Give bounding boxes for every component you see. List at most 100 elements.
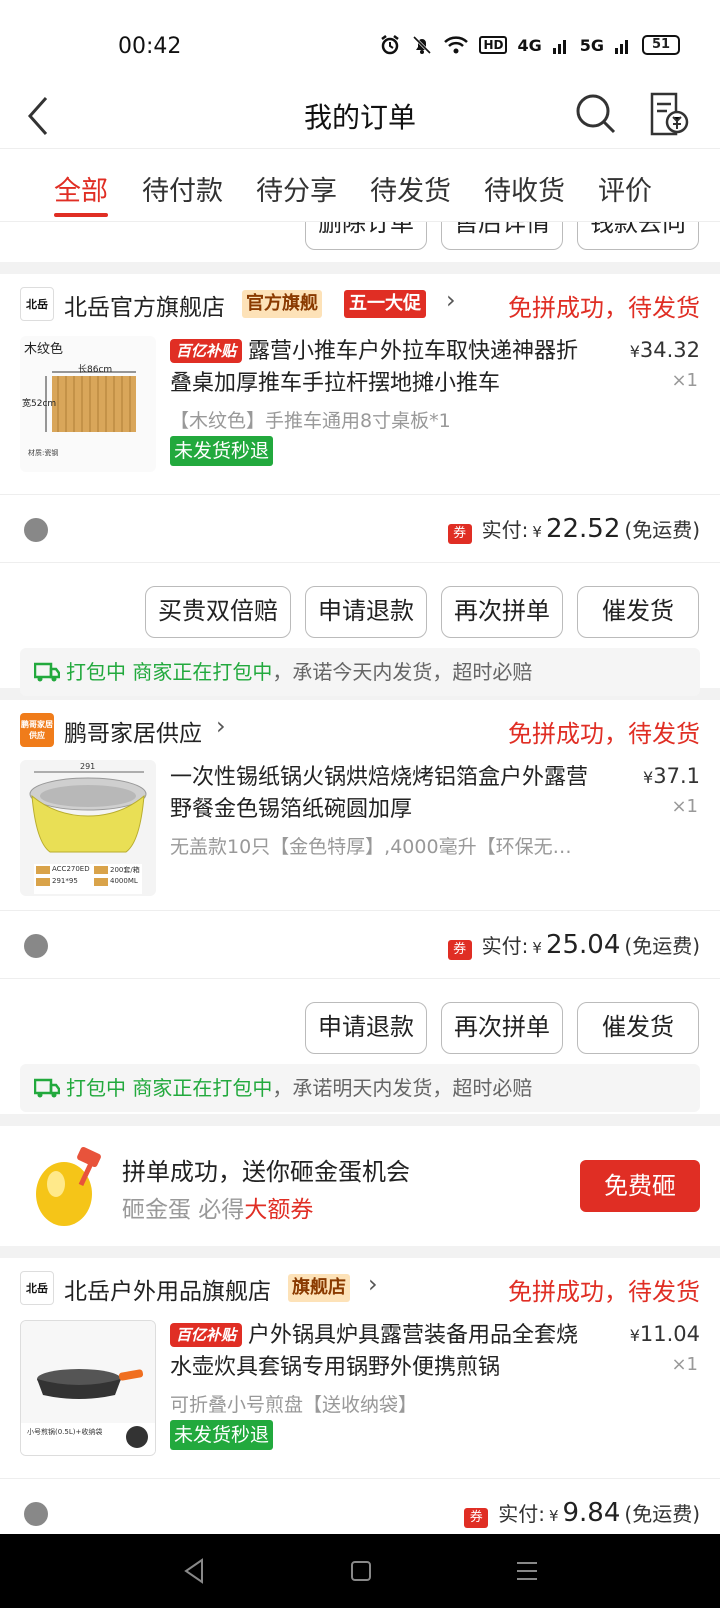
thumb-weight: 200套/箱 — [110, 866, 140, 874]
golden-egg-icon — [36, 1146, 101, 1226]
shop-name[interactable]: 北岳户外用品旗舰店 — [64, 1272, 271, 1306]
paid-label: 实付: — [481, 518, 529, 542]
promo-title: 拼单成功，送你砸金蛋机会 — [122, 1158, 410, 1186]
shipping-note: (免运费) — [624, 934, 700, 958]
paid-amount-row: 券 实付: ¥ 9.84 (免运费) — [464, 1498, 700, 1528]
divider — [0, 562, 720, 563]
packing-status-bar: 打包中 商家正在打包中，承诺今天内发货，超时必赔 — [20, 648, 700, 696]
refund-instantly-tag: 未发货秒退 — [170, 1420, 274, 1450]
alarm-icon — [381, 35, 400, 55]
bill-icon[interactable] — [644, 90, 692, 138]
system-nav-bar — [0, 1534, 720, 1608]
apply-refund-button[interactable]: 申请退款 — [305, 586, 427, 638]
money-destination-button[interactable]: 钱款去向 — [577, 222, 699, 250]
buyer-avatar — [24, 518, 48, 542]
order-card[interactable]: 北岳 北岳户外用品旗舰店 旗舰店 › 免拼成功，待发货 小号煎锅(0.5L)+收… — [0, 1258, 720, 1534]
tab-pending-receive[interactable]: 待收货 — [484, 169, 565, 208]
product-title[interactable]: 百亿补贴 露营小推车户外拉车取快递神器折叠桌加厚推车手拉杆摆地摊小推车 — [170, 336, 600, 400]
coupon-icon: 券 — [464, 1508, 489, 1528]
thumb-size: 291*95 — [52, 877, 78, 885]
mute-bell-icon — [413, 35, 432, 55]
chevron-right-icon[interactable]: › — [446, 286, 456, 314]
paid-amount-row: 券 实付: ¥ 25.04 (免运费) — [447, 930, 700, 960]
order-card[interactable]: 北岳 北岳官方旗舰店 官方旗舰 五一大促 › 免拼成功，待发货 木纹色 长86c… — [0, 274, 720, 696]
urge-shipping-button[interactable]: 催发货 — [577, 586, 699, 638]
order-list-screen: 00:42 HD 4G 5G 51 我的订单 全部 待付款 待分享 待发货 待收… — [0, 0, 720, 1608]
unit-price: ¥37.1 — [643, 764, 700, 788]
paid-label: 实付: — [481, 934, 529, 958]
thumb-model: ACC270ED — [52, 865, 90, 873]
order-card[interactable]: 鹏哥家居供应 鹏哥家居供应 › 免拼成功，待发货 291 ACC270ED 29… — [0, 700, 720, 1114]
packing-merchant: 商家正在打包中 — [132, 1076, 273, 1100]
chevron-right-icon[interactable]: › — [216, 712, 226, 740]
product-spec: 无盖款10只【金色特厚】,4000毫升【环保无… — [170, 836, 572, 858]
product-thumbnail[interactable]: 木纹色 长86cm 宽52cm 材质:瓷钢 — [20, 336, 156, 472]
truck-icon — [34, 1078, 60, 1098]
paid-amount: 9.84 — [562, 1498, 621, 1528]
divider — [0, 910, 720, 911]
menu-lines-icon[interactable] — [512, 1556, 542, 1586]
order-status: 免拼成功，待发货 — [508, 294, 700, 322]
paid-amount: 25.04 — [545, 930, 621, 960]
back-triangle-icon[interactable] — [180, 1556, 210, 1586]
promo-subtitle: 砸金蛋 必得大额券 — [122, 1197, 314, 1223]
quantity: ×1 — [671, 796, 698, 817]
quantity: ×1 — [671, 1354, 698, 1375]
shop-logo: 鹏哥家居供应 — [20, 713, 54, 747]
thumb-dimension: 291 — [80, 762, 96, 771]
home-square-icon[interactable] — [346, 1556, 376, 1586]
active-tab-underline — [54, 213, 108, 217]
apply-refund-button[interactable]: 申请退款 — [305, 1002, 427, 1054]
group-again-button[interactable]: 再次拼单 — [441, 586, 563, 638]
paid-amount: 22.52 — [545, 514, 621, 544]
shop-logo: 北岳 — [20, 1271, 54, 1305]
double-compensation-button[interactable]: 买贵双倍赔 — [145, 586, 291, 638]
packing-merchant: 商家正在打包中 — [132, 660, 273, 684]
tab-review[interactable]: 评价 — [598, 169, 652, 208]
order-status: 免拼成功，待发货 — [508, 720, 700, 748]
tab-pending-ship[interactable]: 待发货 — [370, 169, 451, 208]
unit-price: ¥11.04 — [629, 1322, 700, 1346]
golden-egg-promo[interactable]: 拼单成功，送你砸金蛋机会 砸金蛋 必得大额券 免费砸 — [0, 1126, 720, 1246]
status-icons: HD 4G 5G 51 — [379, 34, 680, 56]
after-sale-detail-button[interactable]: 售后详情 — [441, 222, 563, 250]
product-title[interactable]: 一次性锡纸锅火锅烘焙烧烤铝箔盒户外露营野餐金色锡箔纸碗圆加厚 — [170, 762, 600, 826]
hd-indicator: HD — [479, 36, 508, 54]
divider — [0, 1478, 720, 1479]
packing-promise: ，承诺明天内发货，超时必赔 — [272, 1076, 533, 1100]
product-spec: 可折叠小号煎盘【送收纳袋】 — [170, 1394, 418, 1416]
free-smash-button[interactable]: 免费砸 — [580, 1160, 700, 1212]
thumb-width-label: 宽52cm — [22, 399, 57, 409]
buyer-avatar — [24, 1502, 48, 1526]
signal-4g: 4G — [517, 35, 542, 55]
thumb-color-label: 木纹色 — [24, 342, 64, 357]
tab-pending-share[interactable]: 待分享 — [256, 169, 337, 208]
shipping-note: (免运费) — [624, 518, 700, 542]
divider — [0, 978, 720, 979]
foil-bowl-image — [20, 760, 156, 896]
product-title[interactable]: 百亿补贴 户外锅具炉具露营装备用品全套烧水壶炊具套锅专用锅野外便携煎锅 — [170, 1320, 600, 1384]
urge-shipping-button[interactable]: 催发货 — [577, 1002, 699, 1054]
paid-amount-row: 券 实付: ¥ 22.52 (免运费) — [447, 514, 700, 544]
shop-name[interactable]: 鹏哥家居供应 — [64, 714, 202, 748]
tab-pending-payment[interactable]: 待付款 — [142, 169, 223, 208]
chevron-right-icon[interactable]: › — [368, 1270, 378, 1298]
wifi-icon — [444, 36, 469, 54]
official-flagship-tag: 官方旗舰 — [242, 290, 322, 318]
nav-bar: 我的订单 — [0, 84, 720, 148]
product-thumbnail[interactable]: 小号煎锅(0.5L)+收纳袋 — [20, 1320, 156, 1456]
shop-name[interactable]: 北岳官方旗舰店 — [64, 288, 225, 322]
truck-icon — [34, 662, 60, 682]
packing-status: 打包中 — [66, 1076, 126, 1100]
group-again-button[interactable]: 再次拼单 — [441, 1002, 563, 1054]
product-thumbnail[interactable]: 291 ACC270ED 291*95 200套/箱 4000ML — [20, 760, 156, 896]
order-list: 删除订单 售后详情 钱款去向 北岳 北岳官方旗舰店 官方旗舰 五一大促 › 免拼… — [0, 222, 720, 1534]
product-spec: 【木纹色】手推车通用8寸桌板*1 — [170, 410, 451, 432]
subsidy-badge: 百亿补贴 — [170, 1323, 243, 1347]
thumb-capacity: 4000ML — [110, 877, 138, 885]
tab-all[interactable]: 全部 — [54, 169, 108, 208]
delete-order-button[interactable]: 删除订单 — [305, 222, 427, 250]
search-icon[interactable] — [572, 90, 620, 138]
paid-label: 实付: — [498, 1502, 545, 1526]
promo-tag: 五一大促 — [344, 290, 426, 318]
